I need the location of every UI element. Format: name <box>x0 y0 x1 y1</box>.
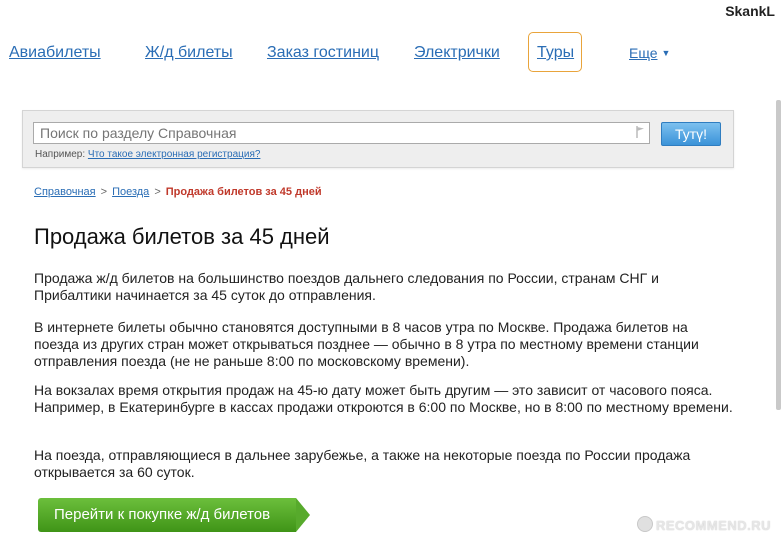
nav-item-hotels[interactable]: Заказ гостиниц <box>267 44 379 62</box>
flag-icon[interactable] <box>636 126 645 138</box>
page-title: Продажа билетов за 45 дней <box>34 224 330 249</box>
search-input[interactable] <box>33 122 650 144</box>
nav-more-label: Еще <box>629 45 658 61</box>
search-example: Например: Что такое электронная регистра… <box>35 149 260 160</box>
breadcrumb: Справочная > Поезда > Продажа билетов за 45 … <box>34 186 322 198</box>
search-button[interactable]: Тутү! <box>661 122 721 146</box>
paragraph-1: Продажа ж/д билетов на большинство поезд… <box>34 270 659 303</box>
search-panel: Тутү! Например: Что такое электронная ре… <box>22 110 734 168</box>
chevron-down-icon: ▼ <box>661 48 671 58</box>
paragraph-4: На поезда, отправляющиеся в дальнее зару… <box>34 447 691 480</box>
nav-item-suburban-trains[interactable]: Электрички <box>414 44 500 62</box>
breadcrumb-item-reference[interactable]: Справочная <box>34 186 96 198</box>
scrollbar[interactable] <box>776 100 781 410</box>
breadcrumb-separator: > <box>100 186 108 198</box>
breadcrumb-item-trains[interactable]: Поезда <box>112 186 149 198</box>
nav-item-flights[interactable]: Авиабилеты <box>9 44 101 62</box>
nav-more-dropdown[interactable]: Еще ▼ <box>629 45 670 61</box>
paragraph-3: На вокзалах время открытия продаж на 45-… <box>34 382 733 415</box>
breadcrumb-current: Продажа билетов за 45 дней <box>165 186 322 198</box>
search-example-link[interactable]: Что такое электронная регистрация? <box>88 149 261 160</box>
arrow-right-icon <box>296 498 310 532</box>
username[interactable]: SkankL <box>725 3 775 19</box>
buy-train-tickets-label: Перейти к покупке ж/д билетов <box>38 498 296 532</box>
watermark-text: RECOMMEND.RU <box>655 518 771 533</box>
paragraph-2: В интернете билеты обычно становятся дос… <box>34 319 699 369</box>
nav-item-tours-label[interactable]: Туры <box>537 44 574 62</box>
search-example-prefix: Например: <box>35 149 86 160</box>
nav-item-tours-active[interactable]: Туры <box>528 32 582 72</box>
top-navigation: Авиабилеты Ж/д билеты Заказ гостиниц Эле… <box>0 32 781 74</box>
recommend-logo-icon <box>636 516 653 532</box>
nav-item-trains[interactable]: Ж/д билеты <box>145 44 233 62</box>
watermark: RECOMMEND.RU <box>636 516 771 533</box>
breadcrumb-separator: > <box>154 186 161 198</box>
